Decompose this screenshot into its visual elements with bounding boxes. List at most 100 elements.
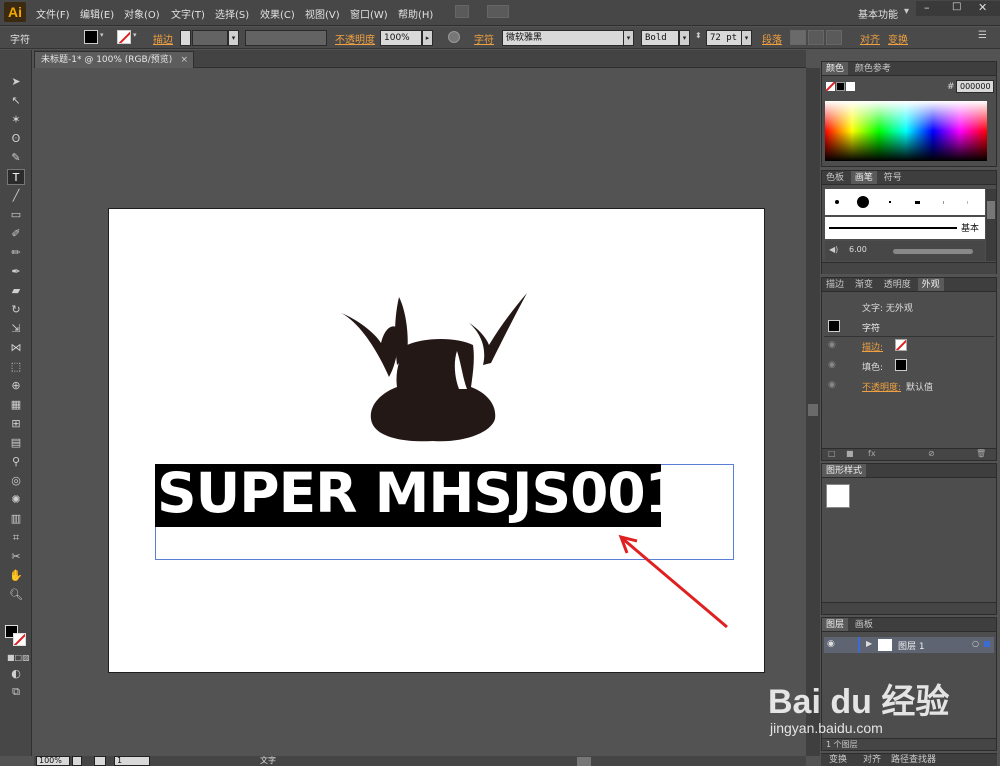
width-tool-icon[interactable]: ⋈ (7, 340, 25, 356)
stroke-weight-field[interactable] (192, 30, 228, 46)
hand-tool-icon[interactable]: ✋ (7, 568, 25, 584)
visibility-fill-icon[interactable]: ◉ (828, 360, 836, 370)
direct-selection-tool-icon[interactable]: ↖ (7, 93, 25, 109)
stroke-weight-dropdown[interactable]: ▾ (228, 30, 239, 46)
menu-object[interactable]: 对象(O) (124, 6, 160, 21)
line-tool-icon[interactable]: ╱ (7, 188, 25, 204)
tab-color-guide[interactable]: 颜色参考 (851, 62, 895, 75)
workspace-switcher[interactable]: 基本功能 (858, 6, 898, 21)
close-tab-icon[interactable]: × (180, 52, 188, 68)
font-size-dropdown[interactable]: ▾ (741, 30, 752, 46)
column-graph-tool-icon[interactable]: ▥ (7, 511, 25, 527)
font-style-field[interactable]: Bold (641, 30, 679, 46)
appearance-item-label[interactable]: 字符 (862, 321, 880, 334)
first-artboard-icon[interactable] (94, 756, 106, 766)
appearance-fill-label[interactable]: 填色: (862, 360, 883, 373)
horizontal-scroll-thumb[interactable] (577, 757, 591, 766)
brush-preview-row[interactable] (825, 189, 985, 215)
brush-scrollbar[interactable] (986, 189, 996, 261)
brush-size-row[interactable]: ◀) 6.00 (825, 241, 985, 261)
helmet-artwork[interactable] (337, 293, 533, 443)
align-label[interactable]: 对齐 (860, 31, 880, 46)
vertical-scrollbar[interactable] (806, 68, 820, 756)
tab-layers[interactable]: 图层 (822, 618, 849, 631)
visibility-stroke-icon[interactable]: ◉ (828, 340, 836, 350)
tab-appearance[interactable]: 外观 (917, 278, 944, 291)
layer-target-icon[interactable]: ○ (972, 639, 979, 648)
tab-align[interactable]: 对齐 (863, 754, 881, 766)
appearance-stroke-label[interactable]: 描边: (862, 340, 883, 353)
blob-brush-tool-icon[interactable]: ✒ (7, 264, 25, 280)
tab-pathfinder[interactable]: 路径查找器 (891, 754, 936, 766)
opacity-label[interactable]: 不透明度 (335, 31, 375, 46)
delete-item-icon[interactable]: 🗑︎ (976, 449, 986, 458)
rectangle-tool-icon[interactable]: ▭ (7, 207, 25, 223)
perspective-grid-tool-icon[interactable]: ▦ (7, 397, 25, 413)
align-left-icon[interactable] (790, 30, 806, 45)
black-swatch[interactable] (836, 82, 845, 91)
layer-selection-indicator[interactable] (984, 641, 990, 647)
menu-file[interactable]: 文件(F) (36, 6, 70, 21)
maximize-icon[interactable]: □ (952, 1, 961, 12)
stroke-label[interactable]: 描边 (153, 31, 173, 46)
tab-color[interactable]: 颜色 (822, 62, 849, 75)
symbol-sprayer-tool-icon[interactable]: ✺ (7, 492, 25, 508)
pencil-tool-icon[interactable]: ✏ (7, 245, 25, 261)
add-stroke-icon[interactable]: □ (828, 449, 836, 458)
menu-effect[interactable]: 效果(C) (260, 6, 295, 21)
menu-type[interactable]: 文字(T) (171, 6, 205, 21)
rotate-tool-icon[interactable]: ↻ (7, 302, 25, 318)
zoom-dropdown[interactable] (72, 756, 82, 766)
minimize-icon[interactable]: – (924, 1, 930, 14)
opacity-dropdown[interactable]: ▸ (422, 30, 433, 46)
status-mode[interactable]: 文字 (260, 756, 276, 766)
align-right-icon[interactable] (826, 30, 842, 45)
transform-label[interactable]: 变换 (888, 31, 908, 46)
basic-brush-row[interactable]: 基本 (825, 217, 985, 239)
tab-graphic-styles[interactable]: 图形样式 (822, 464, 867, 477)
shape-builder-tool-icon[interactable]: ⊕ (7, 378, 25, 394)
gradient-tool-icon[interactable]: ▤ (7, 435, 25, 451)
none-swatch-icon[interactable] (826, 82, 835, 91)
menu-select[interactable]: 选择(S) (215, 6, 249, 21)
blend-tool-icon[interactable]: ◎ (7, 473, 25, 489)
align-center-icon[interactable] (808, 30, 824, 45)
vertical-scroll-thumb[interactable] (808, 404, 818, 416)
menu-window[interactable]: 窗口(W) (350, 6, 388, 21)
slice-tool-icon[interactable]: ✂ (7, 549, 25, 565)
stroke-dropdown-icon[interactable]: ▾ (133, 31, 137, 39)
eraser-tool-icon[interactable]: ▰ (7, 283, 25, 299)
eyedropper-tool-icon[interactable]: ⚲ (7, 454, 25, 470)
artboard-tool-icon[interactable]: ⌗ (7, 530, 25, 546)
workspace-chevron-icon[interactable]: ▾ (904, 6, 909, 17)
arrange-documents-icon[interactable] (487, 5, 509, 18)
zoom-field[interactable]: 100% (36, 756, 70, 766)
stroke-stepper[interactable] (180, 30, 191, 46)
font-label[interactable]: 字符 (474, 31, 494, 46)
pen-tool-icon[interactable]: ✎ (7, 150, 25, 166)
tab-transparency[interactable]: 透明度 (880, 278, 915, 291)
tab-swatches[interactable]: 色板 (822, 171, 848, 184)
add-fill-icon[interactable]: ■ (846, 449, 854, 458)
font-family-dropdown[interactable]: ▾ (623, 30, 634, 46)
menu-help[interactable]: 帮助(H) (398, 6, 433, 21)
clear-appearance-icon[interactable]: ⊘ (928, 449, 935, 458)
type-tool-icon[interactable]: T (7, 169, 25, 185)
opacity-field[interactable]: 100% (380, 30, 422, 46)
draw-mode-icon[interactable]: ◐ (7, 666, 25, 682)
appearance-opacity-label[interactable]: 不透明度: (862, 380, 901, 393)
selection-tool-icon[interactable]: ➤ (7, 74, 25, 90)
font-size-field[interactable]: 72 pt (706, 30, 742, 46)
visibility-opacity-icon[interactable]: ◉ (828, 380, 836, 390)
fill-dropdown-icon[interactable]: ▾ (100, 31, 104, 39)
magic-wand-tool-icon[interactable]: ✶ (7, 112, 25, 128)
artboard-text[interactable]: SUPER MHSJS001 (157, 462, 663, 524)
mesh-tool-icon[interactable]: ⊞ (7, 416, 25, 432)
free-transform-tool-icon[interactable]: ⬚ (7, 359, 25, 375)
close-window-icon[interactable]: ✕ (978, 1, 987, 14)
menu-edit[interactable]: 编辑(E) (80, 6, 114, 21)
tab-symbols[interactable]: 符号 (880, 171, 906, 184)
zoom-tool-icon[interactable]: 🔍︎ (7, 587, 25, 603)
stroke-swatch[interactable] (117, 30, 131, 44)
font-style-dropdown[interactable]: ▾ (679, 30, 690, 46)
